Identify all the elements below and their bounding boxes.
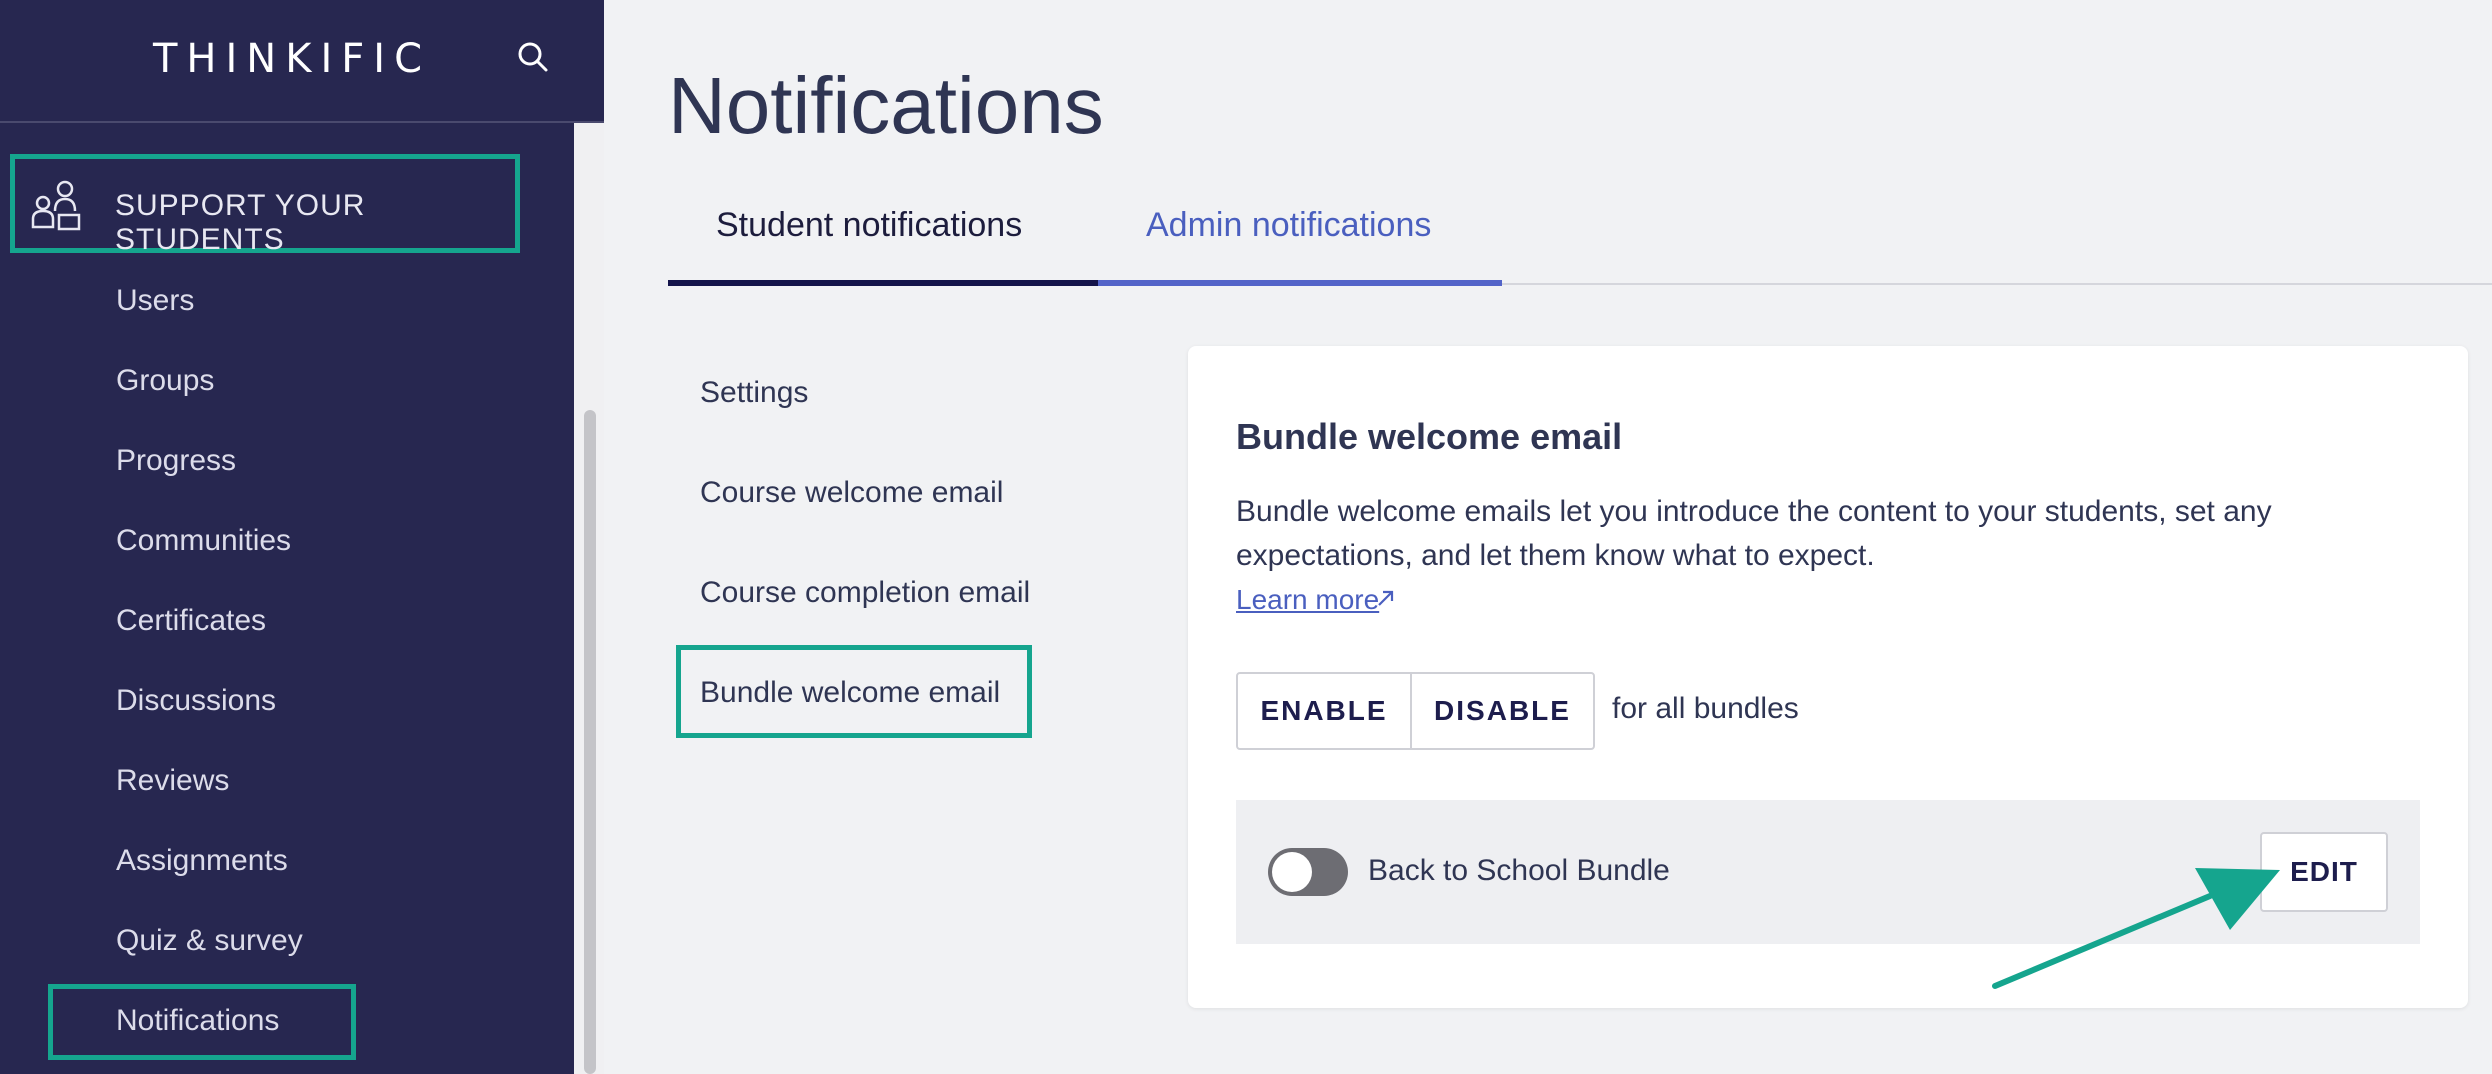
annotation-arrow-icon xyxy=(1990,850,2290,1000)
sidebar-item-certificates[interactable]: Certificates xyxy=(116,604,266,638)
tab-student-notifications[interactable]: Student notifications xyxy=(716,206,1022,245)
toggle-knob xyxy=(1272,852,1312,892)
sidebar-item-notifications[interactable]: Notifications xyxy=(116,1004,279,1038)
sidebar-item-progress[interactable]: Progress xyxy=(116,444,236,478)
external-link-icon xyxy=(1374,586,1398,610)
subnav-course-welcome-email[interactable]: Course welcome email xyxy=(700,476,1003,510)
sidebar-item-users[interactable]: Users xyxy=(116,284,194,318)
for-all-bundles-text: for all bundles xyxy=(1612,692,1799,725)
disable-button[interactable]: DISABLE xyxy=(1412,674,1593,748)
bundle-toggle[interactable] xyxy=(1268,848,1348,896)
enable-button[interactable]: ENABLE xyxy=(1238,674,1412,748)
sidebar-section-support-your-students[interactable]: SUPPORT YOUR STUDENTS xyxy=(10,154,520,256)
subnav-settings[interactable]: Settings xyxy=(700,376,808,410)
sidebar-item-communities[interactable]: Communities xyxy=(116,524,291,558)
sidebar-item-quiz-survey[interactable]: Quiz & survey xyxy=(116,924,303,958)
subnav-bundle-welcome-email[interactable]: Bundle welcome email xyxy=(700,676,1000,710)
logo[interactable]: THINKIFIC xyxy=(153,36,431,82)
tab-admin-underline xyxy=(1098,280,1502,286)
page-title: Notifications xyxy=(668,61,1104,150)
sidebar-item-assignments[interactable]: Assignments xyxy=(116,844,288,878)
sidebar-item-reviews[interactable]: Reviews xyxy=(116,764,229,798)
learn-more-link[interactable]: Learn more xyxy=(1236,584,1379,616)
enable-disable-group: ENABLE DISABLE xyxy=(1236,672,1595,750)
sidebar-scrollbar-thumb[interactable] xyxy=(584,410,596,1074)
students-icon xyxy=(29,179,83,231)
bundle-name: Back to School Bundle xyxy=(1368,854,1670,887)
tab-student-underline xyxy=(668,280,1098,286)
tab-admin-notifications[interactable]: Admin notifications xyxy=(1146,206,1431,245)
subnav-course-completion-email[interactable]: Course completion email xyxy=(700,576,1030,610)
sidebar-item-discussions[interactable]: Discussions xyxy=(116,684,276,718)
card-description: Bundle welcome emails let you introduce … xyxy=(1236,495,2272,572)
sidebar-section-label: SUPPORT YOUR STUDENTS xyxy=(115,189,366,256)
sidebar: THINKIFIC SUPPORT YOUR STUDENTS Users Gr… xyxy=(0,0,604,1074)
sidebar-header: THINKIFIC xyxy=(0,0,604,123)
card-title: Bundle welcome email xyxy=(1236,416,1623,457)
search-icon[interactable] xyxy=(514,38,554,78)
sidebar-item-groups[interactable]: Groups xyxy=(116,364,214,398)
